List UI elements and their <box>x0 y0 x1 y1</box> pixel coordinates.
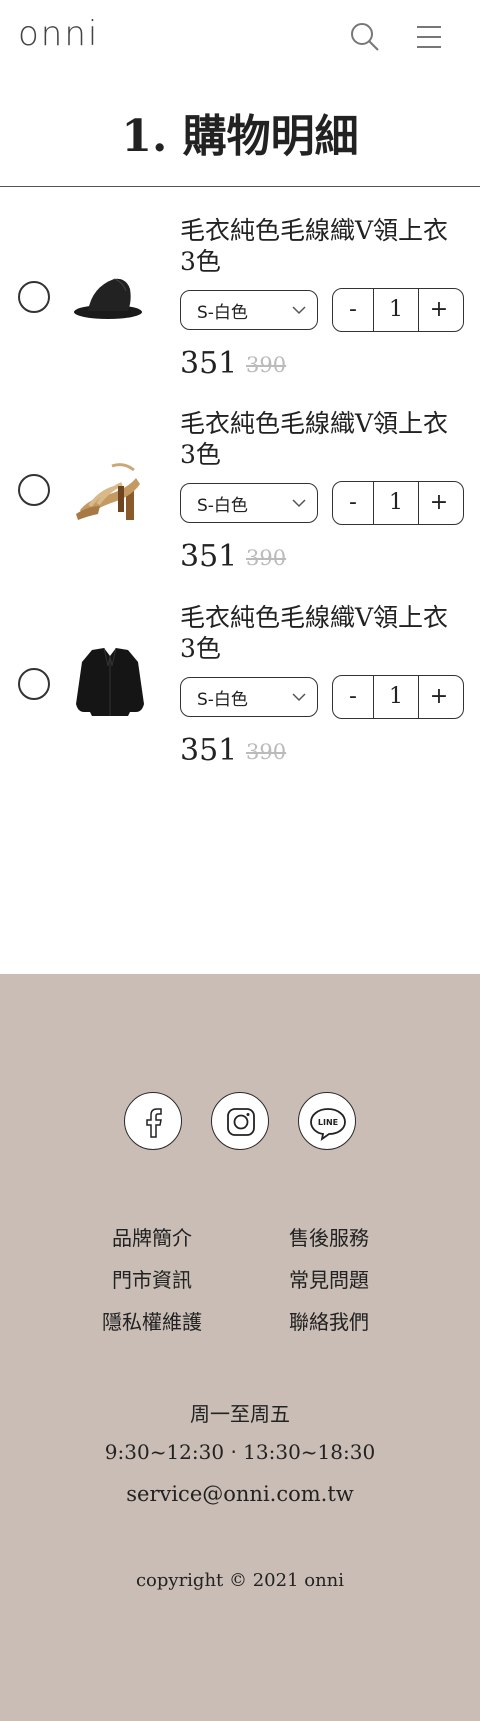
quantity-stepper: - 1 + <box>332 481 464 525</box>
line-icon[interactable]: LINE <box>298 1092 356 1150</box>
contact-email[interactable]: service@onni.com.tw <box>0 1482 480 1506</box>
title-divider <box>0 186 480 187</box>
original-price: 390 <box>246 740 287 764</box>
variant-select[interactable]: S-白色 <box>180 677 318 717</box>
cart-item: 毛衣純色毛線織V領上衣 3色 S-白色 - 1 + 351 390 <box>0 215 480 405</box>
instagram-icon[interactable] <box>211 1092 269 1150</box>
qty-increase-button[interactable]: + <box>419 482 459 524</box>
original-price: 390 <box>246 546 287 570</box>
site-header: onni <box>0 0 480 80</box>
select-checkbox[interactable] <box>18 668 50 700</box>
qty-value[interactable]: 1 <box>373 482 419 524</box>
cart-item: 毛衣純色毛線織V領上衣 3色 S-白色 - 1 + 351 390 <box>0 408 480 598</box>
footer-link-faq[interactable]: 常見問題 <box>259 1264 399 1293</box>
variant-value: S-白色 <box>197 496 248 516</box>
footer-link-brand[interactable]: 品牌簡介 <box>82 1222 222 1251</box>
variant-value: S-白色 <box>197 303 248 323</box>
qty-increase-button[interactable]: + <box>419 676 459 718</box>
quantity-stepper: - 1 + <box>332 288 464 332</box>
product-image-hat[interactable] <box>70 259 150 339</box>
product-name[interactable]: 毛衣純色毛線織V領上衣 3色 <box>180 602 470 664</box>
search-icon[interactable] <box>348 20 382 54</box>
footer-link-privacy[interactable]: 隱私權維護 <box>82 1306 222 1335</box>
chevron-down-icon <box>292 306 306 315</box>
chevron-down-icon <box>292 499 306 508</box>
sale-price: 351 <box>180 539 238 574</box>
business-hours: 9:30~12:30 ‧ 13:30~18:30 <box>104 1440 376 1464</box>
qty-decrease-button[interactable]: - <box>333 289 373 331</box>
product-image-sandals[interactable] <box>70 448 150 528</box>
chevron-down-icon <box>292 693 306 702</box>
footer-link-after-sales[interactable]: 售後服務 <box>259 1222 399 1251</box>
site-logo[interactable]: onni <box>18 14 99 54</box>
qty-increase-button[interactable]: + <box>419 289 459 331</box>
site-footer: LINE 品牌簡介 售後服務 門市資訊 常見問題 隱私權維護 聯絡我們 周一至周… <box>0 974 480 1721</box>
footer-link-contact[interactable]: 聯絡我們 <box>259 1306 399 1335</box>
qty-decrease-button[interactable]: - <box>333 676 373 718</box>
qty-decrease-button[interactable]: - <box>333 482 373 524</box>
facebook-icon[interactable] <box>124 1092 182 1150</box>
business-days: 周一至周五 <box>190 1402 290 1426</box>
cart-item: 毛衣純色毛線織V領上衣 3色 S-白色 - 1 + 351 390 <box>0 602 480 792</box>
sale-price: 351 <box>180 733 238 768</box>
product-image-jacket[interactable] <box>70 642 150 722</box>
original-price: 390 <box>246 353 287 377</box>
variant-value: S-白色 <box>197 690 248 710</box>
sale-price: 351 <box>180 346 238 381</box>
variant-select[interactable]: S-白色 <box>180 290 318 330</box>
copyright-text: copyright © 2021 onni <box>135 1570 345 1591</box>
qty-value[interactable]: 1 <box>373 289 419 331</box>
select-checkbox[interactable] <box>18 281 50 313</box>
select-checkbox[interactable] <box>18 474 50 506</box>
line-label: LINE <box>318 1118 338 1127</box>
qty-value[interactable]: 1 <box>373 676 419 718</box>
footer-link-stores[interactable]: 門市資訊 <box>82 1264 222 1293</box>
quantity-stepper: - 1 + <box>332 675 464 719</box>
page-title: 1. 購物明細 <box>121 111 359 162</box>
product-name[interactable]: 毛衣純色毛線織V領上衣 3色 <box>180 215 470 277</box>
hamburger-menu-icon[interactable] <box>412 20 446 54</box>
variant-select[interactable]: S-白色 <box>180 483 318 523</box>
product-name[interactable]: 毛衣純色毛線織V領上衣 3色 <box>180 408 470 470</box>
